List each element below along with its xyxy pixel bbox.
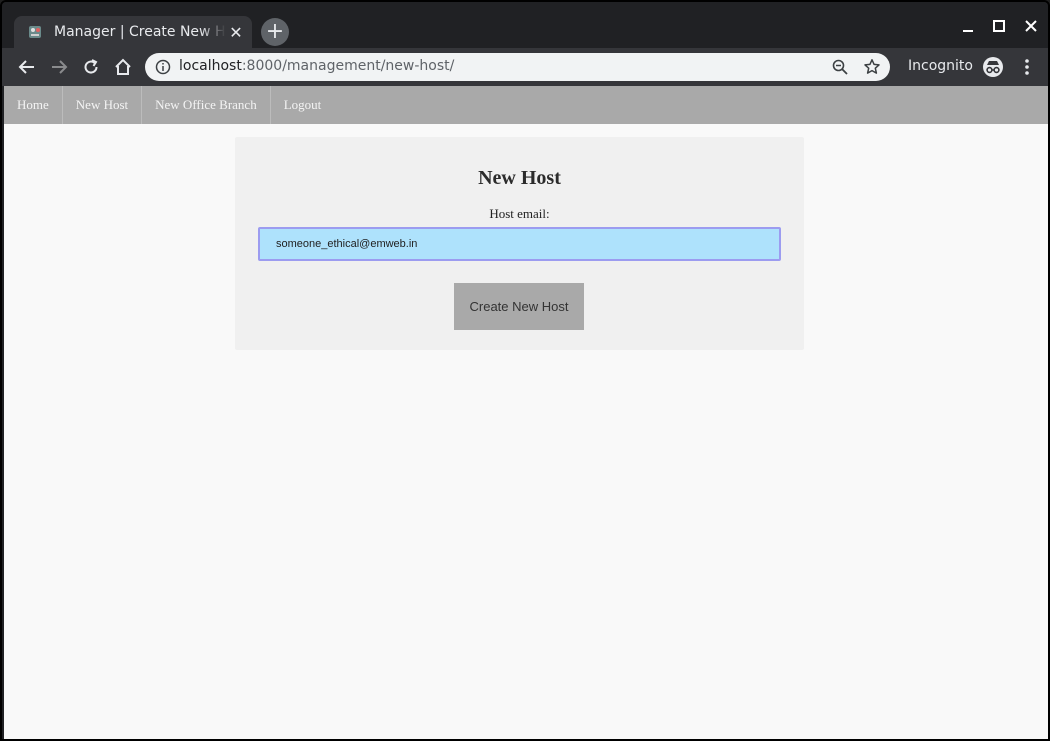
favicon-icon (26, 23, 44, 41)
new-host-form: New Host Host email: Create New Host (235, 137, 804, 350)
reload-icon[interactable] (78, 54, 104, 80)
title-bar: Manager | Create New Host ✕ + (2, 2, 1048, 48)
form-title: New Host (478, 167, 561, 189)
home-icon[interactable] (110, 54, 136, 80)
bookmark-star-icon[interactable] (863, 58, 881, 76)
browser-toolbar: localhost:8000/management/new-host/ Inco… (2, 48, 1048, 86)
nav-link-new-host[interactable]: New Host (63, 86, 143, 124)
back-icon[interactable] (14, 54, 40, 80)
url-path: :8000/management/new-host/ (241, 58, 455, 74)
forward-icon[interactable] (46, 54, 72, 80)
url-host: localhost (179, 58, 242, 74)
minimize-icon[interactable] (956, 14, 980, 38)
email-label: Host email: (489, 206, 550, 221)
browser-tab[interactable]: Manager | Create New Host ✕ (14, 16, 252, 48)
create-new-host-button[interactable]: Create New Host (454, 283, 584, 330)
close-window-icon[interactable] (1019, 14, 1043, 38)
page-content: Home New Host New Office Branch Logout N… (4, 86, 1048, 739)
nav-link-home[interactable]: Home (4, 86, 63, 124)
site-navbar: Home New Host New Office Branch Logout (4, 86, 1048, 124)
maximize-icon[interactable] (987, 14, 1011, 38)
url-text: localhost:8000/management/new-host/ (179, 58, 454, 74)
tab-close-icon[interactable]: ✕ (226, 22, 246, 42)
incognito-icon[interactable] (982, 56, 1004, 78)
tab-title: Manager | Create New Host (54, 24, 226, 40)
zoom-out-icon[interactable] (831, 58, 849, 76)
incognito-label: Incognito (908, 58, 973, 74)
nav-link-new-office-branch[interactable]: New Office Branch (142, 86, 271, 124)
nav-link-logout[interactable]: Logout (271, 86, 335, 124)
browser-window: Manager | Create New Host ✕ + (0, 0, 1050, 741)
address-bar[interactable]: localhost:8000/management/new-host/ (145, 53, 890, 81)
kebab-menu-icon[interactable] (1018, 56, 1036, 78)
email-field[interactable] (258, 227, 781, 261)
info-icon[interactable] (155, 59, 171, 75)
new-tab-button[interactable]: + (261, 18, 289, 46)
